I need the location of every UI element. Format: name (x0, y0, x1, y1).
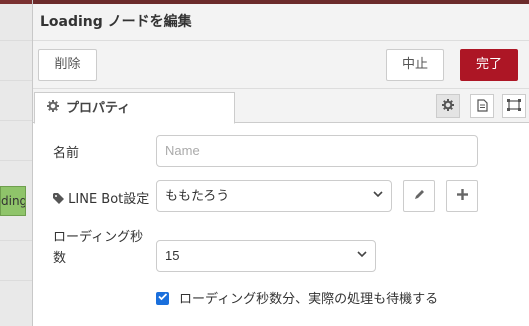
loading-seconds-select[interactable]: 15 (156, 240, 376, 272)
tray-toolbar: 削除 中止 完了 (33, 41, 529, 89)
tray-title: Loading ノードを編集 (33, 4, 529, 41)
tag-icon (53, 192, 68, 207)
delete-button[interactable]: 削除 (38, 49, 97, 81)
loading-seconds-label-line1: ローディング秒 (53, 230, 144, 245)
add-bot-config-button[interactable] (446, 180, 478, 212)
flow-node[interactable]: ding (0, 186, 26, 216)
name-input[interactable]: Name (156, 135, 478, 167)
chevron-down-icon (373, 181, 383, 211)
appearance-tab[interactable] (502, 94, 526, 118)
wait-checkbox[interactable] (156, 292, 169, 305)
wait-checkbox-label[interactable]: ローディング秒数分、実際の処理も待機する (179, 288, 438, 307)
gear-icon (47, 93, 60, 123)
settings-tab[interactable] (436, 94, 460, 118)
pencil-icon (414, 188, 425, 203)
loading-seconds-label-line2: 数 (53, 251, 67, 266)
plus-icon (456, 188, 468, 203)
edit-bot-config-button[interactable] (403, 180, 435, 212)
grid-line (0, 240, 32, 241)
bot-config-label-text: LINE Bot設定 (68, 192, 150, 207)
done-button[interactable]: 完了 (460, 49, 518, 81)
edit-tray: Loading ノードを編集 削除 中止 完了 プロパティ 名前 Name LI… (33, 0, 529, 326)
description-tab[interactable] (470, 94, 494, 118)
loading-seconds-value: 15 (165, 248, 180, 263)
tab-properties-label: プロパティ (66, 101, 131, 116)
bot-config-label: LINE Bot設定 (53, 188, 149, 207)
gear-icon (442, 99, 454, 113)
checkmark-icon (158, 293, 168, 304)
grid-line (0, 80, 32, 81)
cancel-button[interactable]: 中止 (386, 49, 444, 81)
grid-line (0, 40, 32, 41)
chevron-down-icon (357, 241, 367, 271)
frame-icon (507, 99, 521, 113)
loading-seconds-label: ローディング秒 数 (53, 227, 143, 269)
tray-tabbar: プロパティ (33, 89, 529, 124)
tab-properties[interactable]: プロパティ (34, 92, 235, 124)
bot-config-value: ももたろう (165, 188, 230, 203)
properties-form: 名前 Name LINE Bot設定 ももたろう ローディング秒 数 15 ロー… (33, 124, 529, 326)
grid-line (0, 120, 32, 121)
grid-line (0, 160, 32, 161)
document-icon (476, 99, 488, 113)
flow-workspace: ding (0, 0, 33, 326)
bot-config-select[interactable]: ももたろう (156, 180, 392, 212)
workspace-header-bar (0, 0, 32, 4)
name-label: 名前 (53, 146, 80, 161)
grid-line (0, 280, 32, 281)
